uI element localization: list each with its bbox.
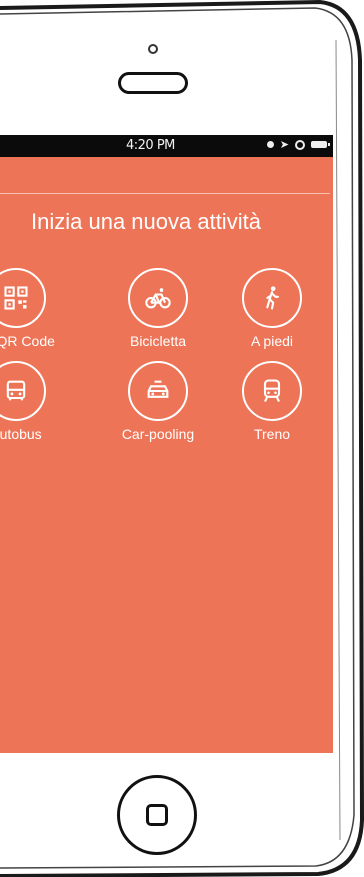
- activity-label: Car-pooling: [121, 426, 195, 442]
- activity-label: Treno: [253, 426, 291, 442]
- activity-a-piedi[interactable]: A piedi: [212, 268, 332, 349]
- activity-bicicletta[interactable]: Bicicletta: [98, 268, 218, 349]
- activity-scan-qr-code[interactable]: an QR Code: [0, 268, 76, 349]
- status-icons: ➤: [266, 138, 330, 151]
- train-icon: [263, 379, 281, 402]
- activity-label: A piedi: [250, 333, 294, 349]
- bus-icon: [6, 380, 26, 401]
- activity-label: Autobus: [0, 426, 42, 442]
- car-icon: [147, 380, 169, 398]
- activity-icon-circle[interactable]: [128, 361, 188, 421]
- qr-code-icon: [4, 286, 28, 310]
- activity-treno[interactable]: Treno: [212, 361, 332, 442]
- front-camera-icon: [148, 44, 158, 54]
- status-time: 4:20 PM: [126, 138, 175, 153]
- activity-car-pooling[interactable]: Car-pooling: [98, 361, 218, 442]
- activity-icon-circle[interactable]: [242, 361, 302, 421]
- activity-icon-circle[interactable]: [242, 268, 302, 328]
- activity-icon-circle[interactable]: [128, 268, 188, 328]
- activity-label: Bicicletta: [129, 333, 187, 349]
- walking-icon: [266, 286, 279, 310]
- location-arrow-icon: ➤: [279, 138, 289, 151]
- bicycle-icon: [145, 288, 171, 309]
- activity-icon-circle[interactable]: [0, 268, 46, 328]
- home-square-icon: [146, 804, 168, 826]
- battery-icon: [311, 141, 330, 148]
- signal-dot-icon: [266, 141, 274, 148]
- activity-icon-circle[interactable]: [0, 361, 46, 421]
- alarm-icon: [295, 139, 305, 150]
- activity-autobus[interactable]: Autobus: [0, 361, 76, 442]
- app-screen: 4:20 PM ➤ Inizia una nuova attività QR C…: [0, 135, 333, 753]
- home-button[interactable]: [117, 775, 197, 855]
- header-divider: [0, 193, 330, 194]
- activity-label: an QR Code: [0, 333, 55, 349]
- page-title: Inizia una nuova attività: [31, 209, 261, 234]
- status-bar: 4:20 PM ➤: [0, 135, 333, 157]
- speaker-grille: [118, 72, 188, 94]
- phone-mockup: 4:20 PM ➤ Inizia una nuova attività QR C…: [0, 0, 364, 877]
